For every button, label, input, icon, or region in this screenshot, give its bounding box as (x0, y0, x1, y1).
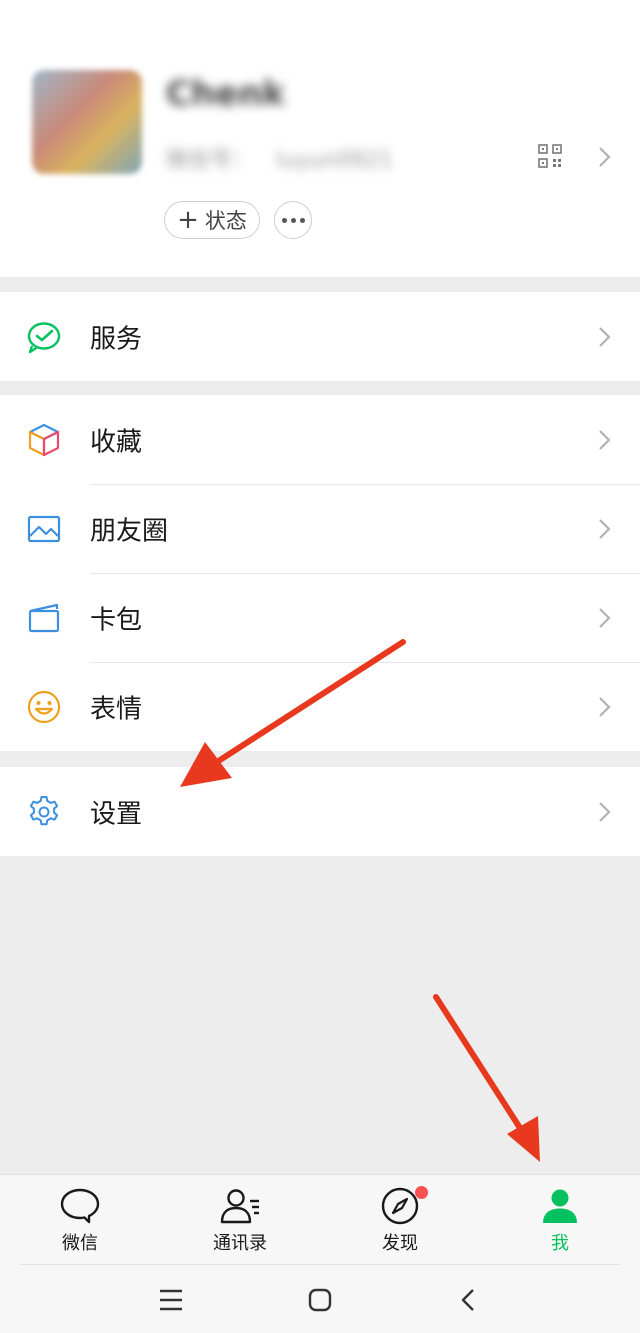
notification-dot (415, 1186, 428, 1199)
chevron-right-icon (599, 607, 611, 628)
plus-icon: + (177, 205, 199, 235)
tab-me[interactable]: 我 (480, 1175, 640, 1265)
recent-apps-icon[interactable] (158, 1288, 184, 1312)
settings-section: 设置 (0, 767, 640, 856)
services-icon (27, 321, 61, 353)
tab-label-me: 我 (551, 1233, 569, 1254)
qr-code-icon[interactable] (538, 144, 562, 168)
tab-label-contacts: 通讯录 (213, 1233, 267, 1254)
menu-label-moments: 朋友圈 (90, 516, 169, 546)
chevron-right-icon (599, 696, 611, 717)
menu-label-cards: 卡包 (90, 605, 143, 635)
chevron-right-icon (599, 518, 611, 539)
wechat-id: luyun0921 (276, 148, 393, 173)
profile-header[interactable]: Chenk 微信号： luyun0921 + 状态 (0, 0, 640, 277)
person-icon (543, 1189, 577, 1223)
moments-picture-icon (27, 515, 61, 542)
menu-label-services: 服务 (90, 324, 143, 354)
chevron-right-icon (599, 326, 611, 347)
status-label: 状态 (204, 209, 247, 233)
favorites-cube-icon (28, 423, 60, 456)
tab-label-discover: 发现 (382, 1233, 418, 1254)
tab-contacts[interactable]: 通讯录 (160, 1175, 320, 1265)
menu-label-settings: 设置 (90, 799, 143, 829)
features-section: 收藏 朋友圈 卡包 表情 (0, 395, 640, 751)
tab-chats[interactable]: 微信 (0, 1175, 160, 1265)
menu-item-moments[interactable]: 朋友圈 (0, 484, 640, 573)
home-button-icon[interactable] (308, 1288, 332, 1312)
wechat-id-label: 微信号： (166, 148, 255, 173)
contacts-icon (220, 1189, 259, 1224)
services-section: 服务 (0, 292, 640, 381)
back-button-icon[interactable] (460, 1288, 476, 1312)
menu-label-stickers: 表情 (90, 694, 143, 724)
bottom-tab-bar: 微信 通讯录 发现 我 (0, 1174, 640, 1264)
menu-item-services[interactable]: 服务 (0, 292, 640, 381)
chat-bubble-icon (60, 1188, 100, 1224)
wallet-card-icon (28, 603, 60, 632)
menu-item-cards[interactable]: 卡包 (0, 573, 640, 662)
menu-item-settings[interactable]: 设置 (0, 767, 640, 856)
system-navigation-bar (0, 1264, 640, 1333)
chevron-right-icon (599, 147, 611, 167)
wechat-id-row: 微信号： luyun0921 (166, 142, 393, 173)
gear-icon (29, 795, 59, 825)
chevron-right-icon (599, 801, 611, 822)
menu-item-favorites[interactable]: 收藏 (0, 395, 640, 484)
avatar[interactable] (32, 70, 142, 174)
smiley-face-icon (27, 690, 61, 723)
menu-item-stickers[interactable]: 表情 (0, 662, 640, 751)
nickname: Chenk (166, 74, 286, 114)
arrow-to-me-tab (433, 994, 540, 1162)
tab-discover[interactable]: 发现 (320, 1175, 480, 1265)
menu-label-favorites: 收藏 (90, 427, 143, 457)
tab-label-chats: 微信 (62, 1233, 98, 1254)
add-status-button[interactable]: + 状态 (164, 201, 260, 239)
more-options-button[interactable] (274, 201, 312, 239)
chevron-right-icon (599, 429, 611, 450)
